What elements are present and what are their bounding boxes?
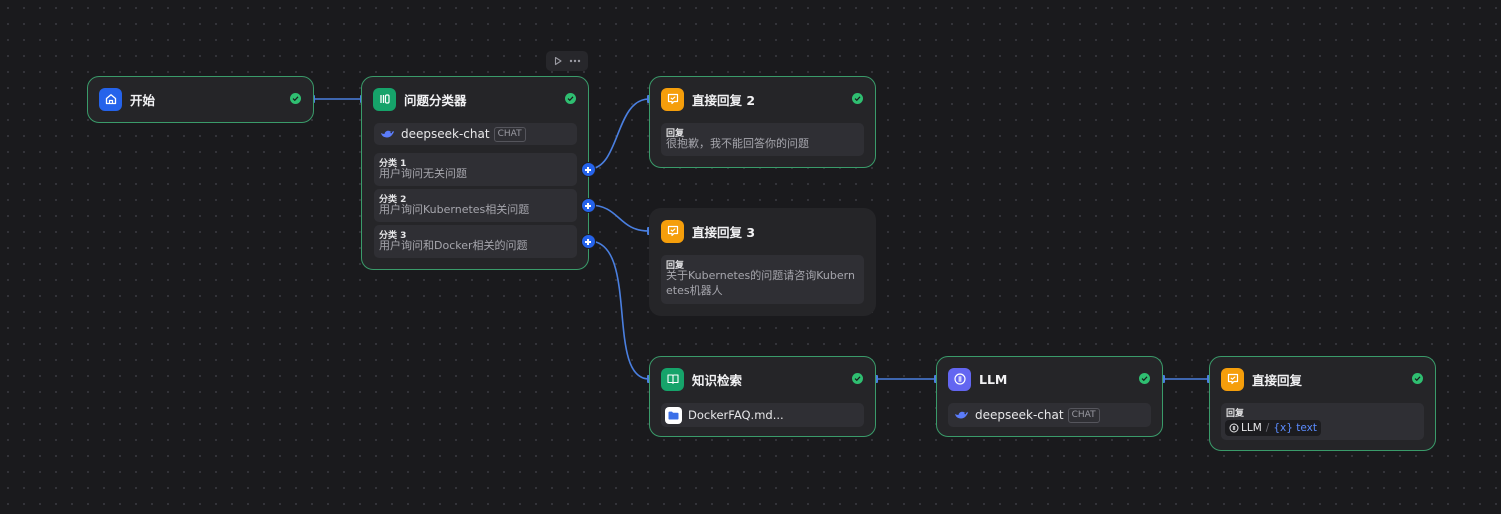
class-item-2[interactable]: 分类 2 用户询问Kubernetes相关问题 (374, 189, 577, 222)
status-ok-icon (852, 93, 863, 104)
node-answer-2[interactable]: 直接回复 2 回复 很抱歉，我不能回答你的问题 (649, 76, 876, 168)
edge-class1-answer2 (588, 98, 650, 170)
reference-separator: / (1265, 422, 1270, 434)
class-item-1[interactable]: 分类 1 用户询问无关问题 (374, 153, 577, 186)
reference-node-name: LLM (1241, 422, 1262, 434)
node-title: LLM (979, 371, 1008, 387)
add-branch-handle-1[interactable] (581, 162, 596, 177)
node-title: 问题分类器 (404, 92, 467, 108)
answer-icon (1221, 367, 1244, 391)
edge-class2-answer3 (588, 204, 650, 232)
edge-class3-knowledge (588, 240, 650, 380)
model-selector[interactable]: deepseek-chat CHAT (374, 123, 577, 145)
llm-icon (1229, 423, 1239, 433)
answer-text: 很抱歉，我不能回答你的问题 (666, 137, 809, 150)
status-ok-icon (565, 93, 576, 104)
deepseek-icon (955, 411, 968, 418)
more-icon[interactable] (569, 59, 581, 63)
answer-content: 回复 LLM / {x} text (1221, 403, 1424, 440)
dataset-name: DockerFAQ.md... (688, 408, 784, 422)
node-answer[interactable]: 直接回复 回复 LLM / {x} text (1209, 356, 1436, 451)
dataset-item[interactable]: DockerFAQ.md... (661, 403, 864, 427)
class-text: 用户询问Kubernetes相关问题 (379, 203, 530, 216)
answer-content: 回复 很抱歉，我不能回答你的问题 (661, 123, 864, 156)
model-selector[interactable]: deepseek-chat CHAT (948, 403, 1151, 427)
status-ok-icon (1139, 373, 1150, 384)
variable-reference[interactable]: LLM / {x} text (1225, 420, 1321, 436)
class-text: 用户询问和Docker相关的问题 (379, 239, 528, 252)
model-type-badge: CHAT (1067, 407, 1100, 423)
home-icon (99, 87, 122, 111)
status-ok-icon (290, 93, 301, 104)
answer-text-line-2: etes机器人 (666, 284, 723, 297)
deepseek-icon (381, 130, 394, 137)
reference-variable: {x} text (1273, 422, 1317, 434)
class-text: 用户询问无关问题 (379, 167, 467, 180)
node-title: 直接回复 2 (692, 92, 756, 108)
node-toolbar (546, 51, 588, 71)
model-name: deepseek-chat (975, 408, 1064, 422)
book-icon (661, 367, 684, 391)
answer-content: 回复 关于Kubernetes的问题请咨询Kubern etes机器人 (661, 255, 864, 304)
status-ok-icon (852, 373, 863, 384)
classifier-icon (373, 87, 396, 111)
play-icon[interactable] (553, 56, 563, 66)
answer-icon (661, 219, 684, 243)
model-type-badge: CHAT (493, 126, 526, 142)
answer-text-line-1: 关于Kubernetes的问题请咨询Kubern (666, 269, 855, 282)
node-title: 直接回复 3 (692, 224, 756, 240)
class-item-3[interactable]: 分类 3 用户询问和Docker相关的问题 (374, 225, 577, 258)
model-name: deepseek-chat (401, 127, 490, 141)
node-answer-3[interactable]: 直接回复 3 回复 关于Kubernetes的问题请咨询Kubern etes机… (649, 208, 876, 316)
add-branch-handle-2[interactable] (581, 198, 596, 213)
status-ok-icon (1412, 373, 1423, 384)
add-branch-handle-3[interactable] (581, 234, 596, 249)
node-question-classifier[interactable]: 问题分类器 deepseek-chat CHAT 分类 1 用户询问无关问题 分… (361, 76, 589, 270)
node-start[interactable]: 开始 (87, 76, 314, 123)
answer-icon (661, 87, 684, 111)
node-title: 开始 (130, 92, 156, 108)
llm-icon (948, 367, 971, 391)
node-knowledge-retrieval[interactable]: 知识检索 DockerFAQ.md... (649, 356, 876, 437)
node-title: 知识检索 (692, 372, 743, 388)
folder-icon (665, 406, 682, 424)
node-llm[interactable]: LLM deepseek-chat CHAT (936, 356, 1163, 437)
node-title: 直接回复 (1252, 372, 1303, 388)
